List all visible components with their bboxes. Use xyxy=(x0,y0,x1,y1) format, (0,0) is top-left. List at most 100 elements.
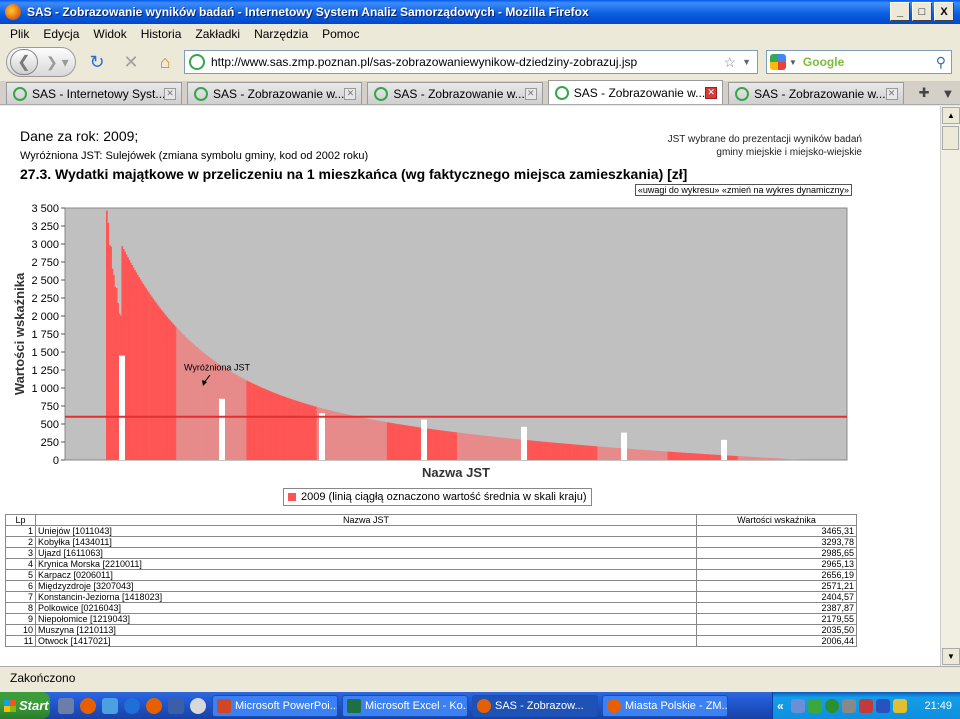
tab-1[interactable]: SAS - Internetowy Syst... ✕ xyxy=(6,82,182,104)
start-button[interactable]: Start xyxy=(0,692,50,719)
row-lp: 10 xyxy=(5,624,36,636)
search-box[interactable]: ▼ Google ⚲ xyxy=(766,50,952,74)
quicklaunch-app-icon[interactable] xyxy=(58,697,74,714)
menu-zakladki[interactable]: Zakładki xyxy=(195,27,240,41)
tray-security-icon[interactable] xyxy=(807,698,822,713)
tab-list-icon[interactable]: ▼ xyxy=(941,86,954,101)
home-icon[interactable]: ⌂ xyxy=(152,49,178,75)
address-bar[interactable]: http://www.sas.zmp.poznan.pl/sas-zobrazo… xyxy=(184,50,758,74)
row-lp: 3 xyxy=(5,547,36,559)
x-axis-label: Nazwa JST xyxy=(422,465,490,480)
group-separator xyxy=(721,439,727,460)
search-placeholder[interactable]: Google xyxy=(803,55,936,69)
tray-bluetooth-icon[interactable] xyxy=(875,698,890,713)
chart-links[interactable]: «uwagi do wykresu» «zmień na wykres dyna… xyxy=(634,184,852,196)
y-tick-label: 3 500 xyxy=(31,203,59,215)
task-firefox-miasta[interactable]: Miasta Polskie - ZM... xyxy=(602,694,728,717)
tab-close-icon[interactable]: ✕ xyxy=(524,87,537,100)
group-separator xyxy=(319,413,325,460)
google-icon[interactable] xyxy=(770,54,786,70)
title-bar: SAS - Zobrazowanie wyników badań - Inter… xyxy=(0,0,960,24)
y-axis-label: Wartości wskaźnika xyxy=(12,272,27,395)
col-wartosc[interactable]: Wartości wskaźnika xyxy=(696,514,857,526)
quicklaunch-desktop-icon[interactable] xyxy=(102,697,118,714)
close-button[interactable]: X xyxy=(934,2,954,21)
scroll-thumb[interactable] xyxy=(942,126,959,150)
clock: 21:49 xyxy=(924,699,952,712)
minimize-button[interactable]: _ xyxy=(890,2,910,21)
tray-update-icon[interactable] xyxy=(824,698,839,713)
quicklaunch-network-icon[interactable] xyxy=(168,697,184,714)
menu-plik[interactable]: Plik xyxy=(10,27,29,41)
scroll-down-icon[interactable]: ▼ xyxy=(942,648,960,665)
maximize-button[interactable]: □ xyxy=(912,2,932,21)
group-separator xyxy=(119,355,125,460)
search-engine-dropdown-icon[interactable]: ▼ xyxy=(789,58,797,67)
tab-close-icon[interactable]: ✕ xyxy=(164,87,176,100)
menu-historia[interactable]: Historia xyxy=(141,27,182,41)
tab-2[interactable]: SAS - Zobrazowanie w... ✕ xyxy=(187,82,363,104)
site-favicon-icon xyxy=(189,54,205,70)
task-excel[interactable]: Microsoft Excel - Ko... xyxy=(342,694,468,717)
menu-edycja[interactable]: Edycja xyxy=(43,27,79,41)
status-text: Zakończono xyxy=(10,670,76,685)
col-nazwa[interactable]: Nazwa JST xyxy=(35,514,697,526)
bar-chart: 0 250 500 750 1 000 1 250 1 500 1 750 2 000 2 250… xyxy=(12,203,848,480)
tray-expand-icon[interactable]: « xyxy=(777,699,784,713)
stop-icon[interactable]: ✕ xyxy=(118,49,144,75)
task-firefox-sas[interactable]: SAS - Zobrazow... xyxy=(472,694,598,717)
menu-bar: Plik Edycja Widok Historia Zakładki Narz… xyxy=(0,24,960,44)
y-tick-label: 2 000 xyxy=(31,311,59,323)
menu-widok[interactable]: Widok xyxy=(93,27,126,41)
forward-icon[interactable]: ❯ ▾ xyxy=(46,54,69,71)
tab-5[interactable]: SAS - Zobrazowanie w... ✕ xyxy=(728,82,904,104)
tab-close-icon[interactable]: ✕ xyxy=(885,87,898,100)
row-value: 2387,87 xyxy=(696,602,857,614)
search-icon[interactable]: ⚲ xyxy=(936,54,946,71)
quicklaunch-firefox-2-icon[interactable] xyxy=(146,697,162,714)
menu-narzedzia[interactable]: Narzędzia xyxy=(254,27,308,41)
group-separator xyxy=(521,426,527,460)
task-label: Microsoft Excel - Ko... xyxy=(365,699,468,712)
annotation-label: Wyróżniona JST xyxy=(184,363,250,373)
tray-antivirus-icon[interactable] xyxy=(858,698,873,713)
system-tray: « 21:49 xyxy=(772,692,960,719)
tray-alert-icon[interactable] xyxy=(892,698,907,713)
tab-close-icon[interactable]: ✕ xyxy=(344,87,357,100)
group-separator xyxy=(621,432,627,460)
tab-3[interactable]: SAS - Zobrazowanie w... ✕ xyxy=(367,82,543,104)
url-dropdown-icon[interactable]: ▼ xyxy=(742,57,751,67)
tray-network-icon[interactable] xyxy=(790,698,805,713)
firefox-window: SAS - Zobrazowanie wyników badań - Inter… xyxy=(0,0,960,719)
quicklaunch-media-icon[interactable] xyxy=(190,697,206,714)
row-name: Uniejów [1011043] xyxy=(35,525,697,537)
y-tick-label: 250 xyxy=(41,437,59,449)
powerpoint-icon xyxy=(217,698,231,713)
col-lp[interactable]: Lp xyxy=(5,514,36,526)
row-value: 2006,44 xyxy=(696,635,857,647)
new-tab-icon[interactable]: ✚ xyxy=(919,85,930,101)
bookmark-star-icon[interactable]: ☆ xyxy=(724,54,737,71)
back-icon[interactable]: ❮ xyxy=(10,49,38,75)
table-row: 10 Muszyna [1210113] 2035,50 xyxy=(5,624,857,636)
row-name: Kobyłka [1434011] xyxy=(35,536,697,548)
tray-device-icon[interactable] xyxy=(841,698,856,713)
y-tick-label: 2 500 xyxy=(31,275,59,287)
selection-info: JST wybrane do prezentacji wyników badań… xyxy=(668,133,862,159)
scroll-up-icon[interactable]: ▲ xyxy=(942,107,960,124)
row-name: Muszyna [1210113] xyxy=(35,624,697,636)
tab-close-icon[interactable]: ✕ xyxy=(705,86,718,99)
task-powerpoint[interactable]: Microsoft PowerPoi... xyxy=(212,694,338,717)
quicklaunch-ie-icon[interactable] xyxy=(124,697,140,714)
url-text[interactable]: http://www.sas.zmp.poznan.pl/sas-zobrazo… xyxy=(211,55,724,69)
highlighted-jst: Wyróżniona JST: Sulejówek (zmiana symbol… xyxy=(20,150,369,162)
task-label: Microsoft PowerPoi... xyxy=(235,699,338,712)
row-name: Karpacz [0206011] xyxy=(35,569,697,581)
menu-pomoc[interactable]: Pomoc xyxy=(322,27,359,41)
tab-label: SAS - Zobrazowanie w... xyxy=(393,86,525,101)
tab-4-active[interactable]: SAS - Zobrazowanie w... ✕ xyxy=(547,80,724,104)
y-tick-label: 2 750 xyxy=(31,257,59,269)
quicklaunch-firefox-icon[interactable] xyxy=(80,697,96,714)
reload-icon[interactable]: ↻ xyxy=(84,49,110,75)
vertical-scrollbar[interactable]: ▲ ▼ xyxy=(940,106,960,666)
